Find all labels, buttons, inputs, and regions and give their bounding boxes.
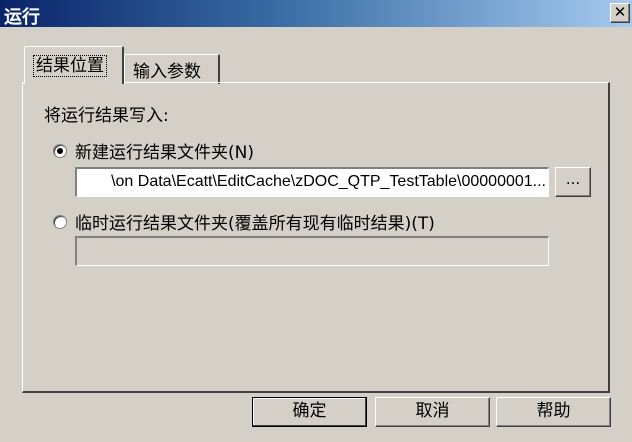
close-icon: ✕	[613, 3, 627, 21]
ok-button[interactable]: 确定	[252, 397, 367, 427]
title-bar: 运行 ✕	[0, 0, 632, 28]
browse-label: ...	[565, 170, 581, 188]
section-label: 将运行结果写入:	[44, 106, 169, 126]
temp-path-input[interactable]	[75, 236, 549, 266]
cancel-label: 取消	[415, 401, 450, 421]
tab-label: 结果位置	[33, 55, 107, 77]
temp-folder-label[interactable]: 临时运行结果文件夹(覆盖所有现有临时结果)(T)	[75, 209, 435, 234]
radio-selected-dot	[57, 148, 63, 154]
new-folder-radio[interactable]	[53, 144, 67, 158]
help-label: 帮助	[536, 401, 571, 421]
browse-button[interactable]: ...	[555, 167, 591, 197]
results-path-input[interactable]: ...on Data\Ecatt\EditCache\zDOC_QTP_Test…	[75, 167, 549, 197]
close-button[interactable]: ✕	[610, 3, 630, 23]
help-button[interactable]: 帮助	[496, 397, 611, 427]
tab-results-location[interactable]: 结果位置	[24, 46, 124, 84]
cancel-button[interactable]: 取消	[375, 397, 490, 427]
window-title: 运行	[4, 7, 40, 28]
temp-folder-radio[interactable]	[53, 215, 67, 229]
new-folder-label[interactable]: 新建运行结果文件夹(N)	[75, 138, 254, 163]
ok-label: 确定	[292, 401, 327, 421]
results-path-value: ...on Data\Ecatt\EditCache\zDOC_QTP_Test…	[111, 173, 546, 190]
tab-label: 输入参数	[133, 62, 201, 82]
tab-input-parameters[interactable]: 输入参数	[124, 54, 220, 84]
